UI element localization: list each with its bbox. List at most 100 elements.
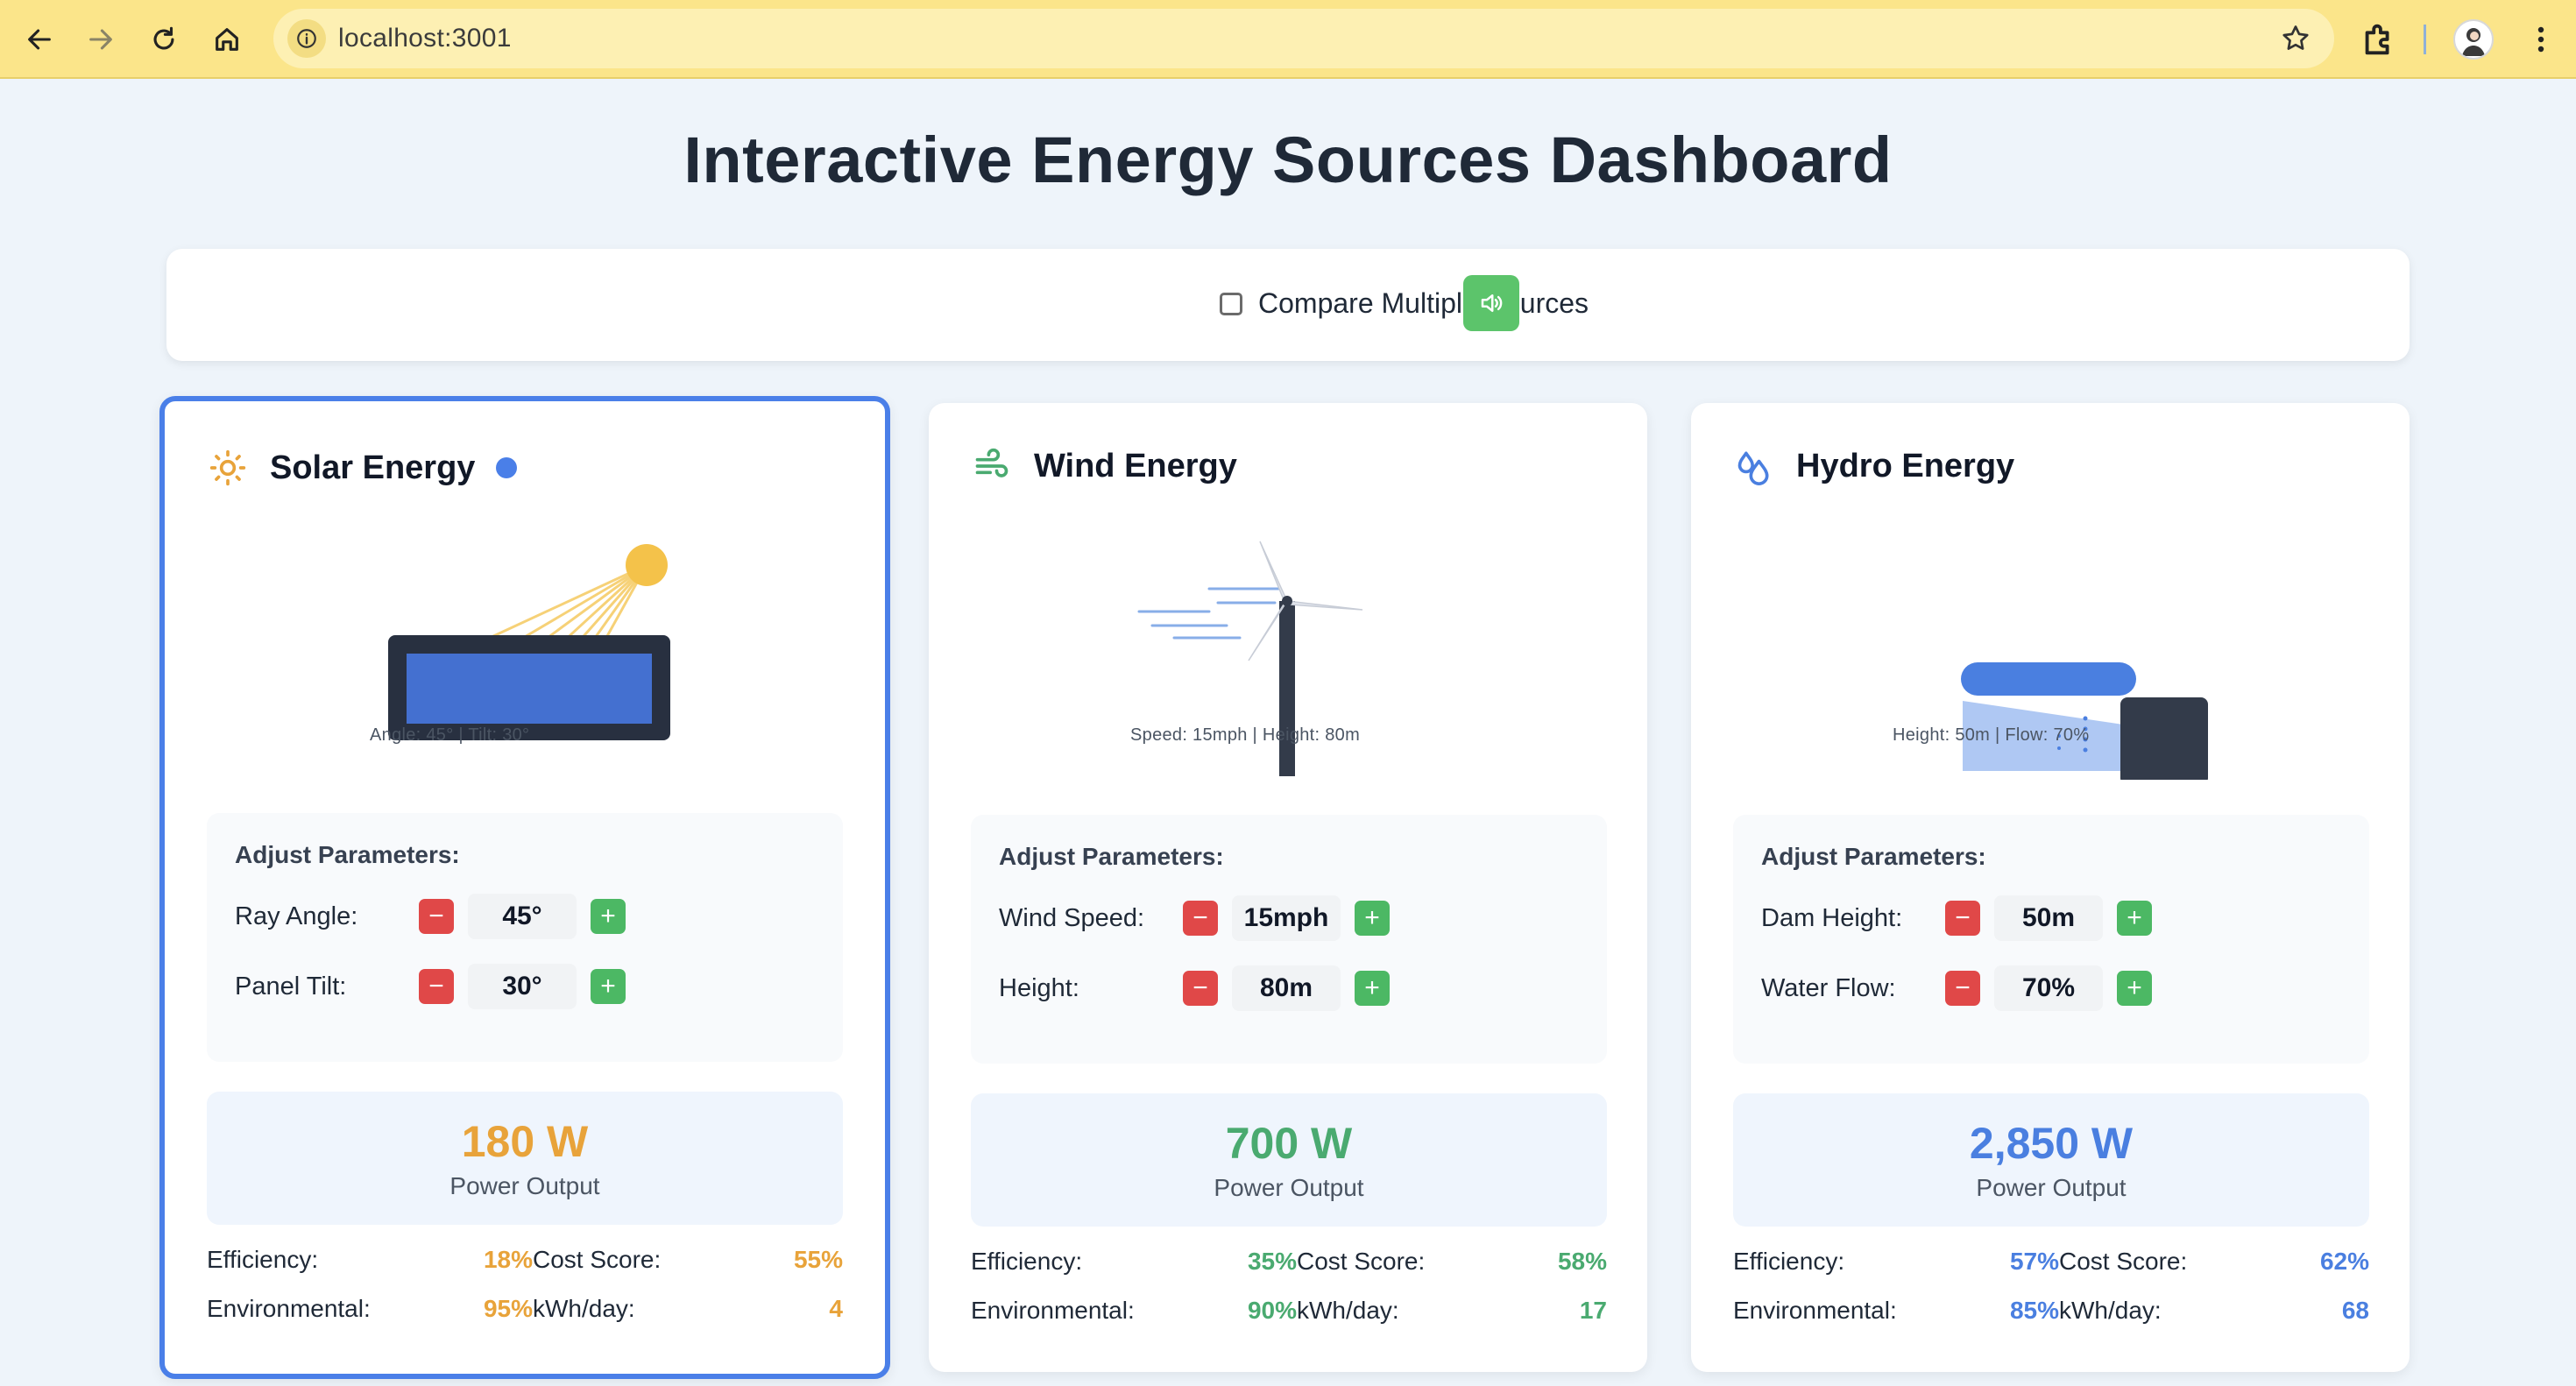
decrease-button[interactable]: − (1183, 901, 1218, 936)
params-title: Adjust Parameters: (235, 841, 460, 868)
param-label: Height: (999, 973, 1079, 1002)
card-title: Solar Energy (270, 449, 476, 486)
volume-icon (1481, 294, 1503, 312)
reload-button[interactable] (144, 19, 184, 60)
address-bar[interactable]: localhost:3001 (273, 9, 2334, 68)
compare-checkbox[interactable] (1220, 292, 1242, 315)
power-output-label: Power Output (1976, 1174, 2127, 1201)
param-height: Height: − 80m + (999, 965, 1390, 1011)
droplets-icon (1737, 451, 1769, 485)
cost-label: Cost Score: (2059, 1248, 2188, 1275)
stats-row: Environmental: 95% kWh/day: 4 (207, 1295, 843, 1330)
arrow-left-icon (28, 29, 51, 50)
param-value: 45° (468, 894, 577, 939)
kwh-value: 17 (1579, 1297, 1607, 1324)
cost-value: 62% (2319, 1248, 2369, 1275)
param-value: 30° (468, 964, 577, 1009)
card-header: Solar Energy (209, 449, 518, 487)
power-output-label: Power Output (449, 1172, 600, 1199)
environmental-label: Environmental: (207, 1295, 371, 1322)
environmental-value: 95% (483, 1295, 533, 1322)
stats-row: Efficiency: 57% Cost Score: 62% (1733, 1248, 2369, 1283)
kwh-label: kWh/day: (2059, 1297, 2162, 1324)
cost-value: 58% (1557, 1248, 1607, 1275)
increase-button[interactable]: + (2117, 971, 2152, 1006)
efficiency-value: 18% (483, 1246, 533, 1273)
power-output-value: 700 W (1225, 1119, 1353, 1168)
more-menu-icon[interactable] (2523, 19, 2558, 60)
kwh-value: 68 (2341, 1297, 2369, 1324)
wind-icon (975, 448, 1008, 477)
extensions-icon[interactable] (2359, 19, 2399, 60)
param-dam-height: Dam Height: − 50m + (1761, 895, 2152, 941)
param-value: 80m (1232, 965, 1341, 1011)
decrease-button[interactable]: − (419, 969, 454, 1004)
compare-label[interactable]: Compare Multiple Sources (1258, 287, 1589, 320)
card-header: Hydro Energy (1735, 447, 2014, 485)
toolbar-divider (2424, 25, 2426, 54)
decrease-button[interactable]: − (1945, 901, 1980, 936)
increase-button[interactable]: + (591, 899, 626, 934)
forward-button[interactable] (81, 19, 121, 60)
home-button[interactable] (207, 19, 247, 60)
controls-panel: Compare Multiple Sources (166, 249, 2410, 361)
param-label: Dam Height: (1761, 903, 1903, 932)
browser-toolbar: localhost:3001 (0, 0, 2576, 79)
power-output-panel: 700 W Power Output (971, 1093, 1607, 1227)
back-button[interactable] (19, 19, 60, 60)
card-title: Hydro Energy (1796, 447, 2015, 484)
params-panel: Adjust Parameters: Wind Speed: − 15mph +… (971, 815, 1607, 1064)
card-title: Wind Energy (1034, 447, 1237, 484)
hydro-card[interactable]: Hydro Energy Height: 50m | Flow: 70% Adj… (1691, 403, 2410, 1372)
cost-label: Cost Score: (533, 1246, 662, 1273)
param-water-flow: Water Flow: − 70% + (1761, 965, 2152, 1011)
page-title: Interactive Energy Sources Dashboard (683, 124, 1893, 196)
card-header: Wind Energy (973, 447, 1237, 485)
sound-button[interactable] (1463, 275, 1519, 331)
environmental-label: Environmental: (1733, 1297, 1897, 1324)
cost-label: Cost Score: (1297, 1248, 1426, 1275)
increase-button[interactable]: + (591, 969, 626, 1004)
profile-avatar[interactable] (2453, 19, 2494, 60)
increase-button[interactable]: + (2117, 901, 2152, 936)
efficiency-value: 35% (1247, 1248, 1297, 1275)
stats-row: Environmental: 90% kWh/day: 17 (971, 1297, 1607, 1332)
star-icon[interactable] (2280, 23, 2311, 54)
home-icon (216, 28, 238, 51)
power-output-panel: 180 W Power Output (207, 1092, 843, 1225)
kwh-label: kWh/day: (533, 1295, 635, 1322)
cost-value: 55% (793, 1246, 843, 1273)
params-panel: Adjust Parameters: Ray Angle: − 45° + Pa… (207, 813, 843, 1062)
power-output-value: 2,850 W (1969, 1119, 2134, 1168)
stats-row: Environmental: 85% kWh/day: 68 (1733, 1297, 2369, 1332)
illustration-caption: Angle: 45° | Tilt: 30° (370, 725, 530, 745)
sun-icon (209, 449, 246, 486)
illustration-caption: Speed: 15mph | Height: 80m (1130, 725, 1361, 745)
efficiency-value: 57% (2009, 1248, 2059, 1275)
params-title: Adjust Parameters: (999, 843, 1224, 870)
increase-button[interactable]: + (1355, 971, 1390, 1006)
params-panel: Adjust Parameters: Dam Height: − 50m + W… (1733, 815, 2369, 1064)
kwh-label: kWh/day: (1297, 1297, 1399, 1324)
site-info-icon[interactable] (287, 19, 326, 58)
selected-indicator (496, 457, 518, 478)
param-value: 15mph (1232, 895, 1341, 941)
wind-card[interactable]: Wind Energy Speed: 15mph | Height: 80m A… (929, 403, 1647, 1372)
compare-toggle[interactable]: Compare Multiple Sources (1220, 287, 1589, 320)
hydro-dam-illustration: Height: 50m | Flow: 70% (1691, 517, 2410, 785)
increase-button[interactable]: + (1355, 901, 1390, 936)
power-output-value: 180 W (461, 1117, 589, 1166)
param-value: 70% (1994, 965, 2103, 1011)
param-ray-angle: Ray Angle: − 45° + (235, 894, 626, 939)
decrease-button[interactable]: − (419, 899, 454, 934)
url-text[interactable]: localhost:3001 (338, 24, 512, 53)
arrow-right-icon (89, 29, 112, 50)
solar-card[interactable]: Solar Energy Angle: 45° | Tilt: 30° Adju… (159, 396, 890, 1379)
illustration-caption: Height: 50m | Flow: 70% (1893, 725, 2090, 745)
param-label: Ray Angle: (235, 902, 358, 930)
param-value: 50m (1994, 895, 2103, 941)
param-label: Water Flow: (1761, 973, 1896, 1002)
stats-row: Efficiency: 18% Cost Score: 55% (207, 1246, 843, 1281)
decrease-button[interactable]: − (1183, 971, 1218, 1006)
decrease-button[interactable]: − (1945, 971, 1980, 1006)
